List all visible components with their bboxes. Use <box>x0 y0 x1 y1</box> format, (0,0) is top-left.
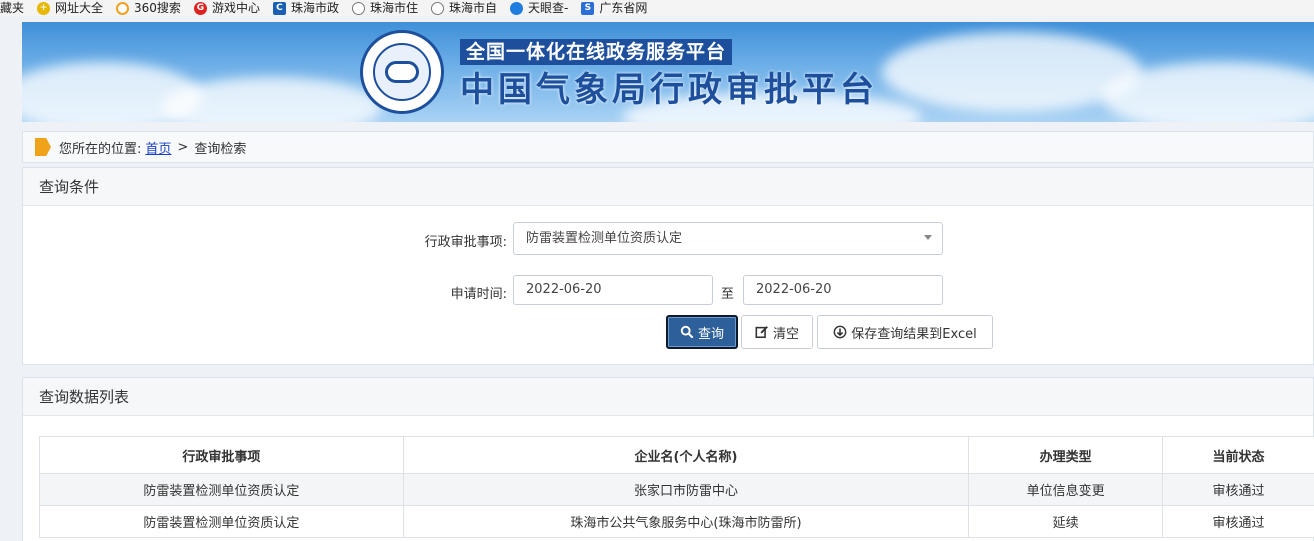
edit-icon <box>755 326 768 339</box>
end-date-input[interactable]: 2022-06-20 <box>743 275 943 305</box>
bookmark-tianyancha[interactable]: 天眼查- <box>510 0 568 16</box>
download-icon <box>833 325 847 339</box>
bookmark-favorites[interactable]: 藏夹 <box>0 0 24 16</box>
cell-process-type: 延续 <box>968 505 1164 538</box>
breadcrumb-separator: > <box>177 139 189 155</box>
banner-subtitle: 全国一体化在线政务服务平台 <box>460 39 733 65</box>
column-header: 办理类型 <box>968 436 1164 474</box>
date-range-to: 至 <box>721 287 735 302</box>
apply-time-label: 申请时间: <box>450 287 507 302</box>
cma-emblem-icon <box>360 30 444 114</box>
column-header: 当前状态 <box>1162 436 1314 474</box>
cell-company-name: 珠海市公共气象服务中心(珠海市防雷所) <box>402 505 970 538</box>
approval-item-label: 行政审批事项: <box>424 235 507 250</box>
breadcrumb-home-link[interactable]: 首页 <box>145 138 171 157</box>
table-header-row: 行政审批事项 企业名(个人名称) 办理类型 当前状态 <box>39 436 1314 474</box>
cell-approval-item: 防雷装置检测单位资质认定 <box>39 473 404 506</box>
export-excel-button[interactable]: 保存查询结果到Excel <box>817 315 993 349</box>
breadcrumb-current: 查询检索 <box>194 141 247 157</box>
bookmark-game-center[interactable]: G 游戏中心 <box>193 0 260 16</box>
bookmarks-bar: 藏夹 + 网址大全 360搜索 G 游戏中心 C 珠海市政 珠海市住 珠海市自 天眼查… <box>0 0 1314 16</box>
bookmark-360-search[interactable]: 360搜索 <box>116 0 181 16</box>
query-panel-title: 查询条件 <box>23 168 1313 206</box>
search-icon <box>680 325 694 339</box>
query-conditions-panel: 查询条件 行政审批事项: 防雷装置检测单位资质认定 申请时间: 2022-06-… <box>22 167 1314 365</box>
cell-status: 审核通过 <box>1162 505 1314 538</box>
results-panel: 查询数据列表 行政审批事项 企业名(个人名称) 办理类型 当前状态 防雷装置检测… <box>22 377 1314 541</box>
cell-process-type: 单位信息变更 <box>968 473 1164 506</box>
eye-icon <box>510 1 523 15</box>
results-panel-title: 查询数据列表 <box>23 378 1313 416</box>
table-row[interactable]: 防雷装置检测单位资质认定 张家口市防雷中心 单位信息变更 审核通过 <box>39 473 1314 506</box>
breadcrumb-prefix: 您所在的位置: <box>59 141 142 157</box>
cell-approval-item: 防雷装置检测单位资质认定 <box>39 505 404 538</box>
globe-icon <box>351 1 365 15</box>
zhuhai-icon: C <box>272 1 286 15</box>
bookmark-zhuhai-nature[interactable]: 珠海市自 <box>430 0 497 16</box>
chevron-down-icon <box>924 235 932 240</box>
bookmark-zhuhai-housing[interactable]: 珠海市住 <box>351 0 418 16</box>
cell-company-name: 张家口市防雷中心 <box>402 473 970 506</box>
breadcrumb: 您所在的位置: 首页 > 查询检索 <box>22 131 1314 163</box>
results-table: 行政审批事项 企业名(个人名称) 办理类型 当前状态 防雷装置检测单位资质认定 … <box>39 436 1314 538</box>
guangdong-icon: S <box>581 1 595 15</box>
game-icon: G <box>193 1 207 15</box>
bookmark-guangdong[interactable]: S 广东省网 <box>581 0 647 16</box>
approval-item-select[interactable]: 防雷装置检测单位资质认定 <box>513 222 943 255</box>
360-icon <box>116 1 130 15</box>
column-header: 企业名(个人名称) <box>402 436 970 474</box>
banner-title: 中国气象局行政审批平台 <box>460 70 878 110</box>
table-row[interactable]: 防雷装置检测单位资质认定 珠海市公共气象服务中心(珠海市防雷所) 延续 审核通过 <box>39 505 1314 538</box>
clear-button[interactable]: 清空 <box>741 315 813 349</box>
start-date-input[interactable]: 2022-06-20 <box>513 275 713 305</box>
plus-icon: + <box>37 1 51 15</box>
bookmark-url-directory[interactable]: + 网址大全 <box>37 0 103 16</box>
site-banner: 全国一体化在线政务服务平台 中国气象局行政审批平台 <box>22 22 1314 122</box>
cell-status: 审核通过 <box>1162 473 1314 506</box>
search-button[interactable]: 查询 <box>666 315 738 349</box>
bookmark-zhuhai-gov[interactable]: C 珠海市政 <box>272 0 339 16</box>
column-header: 行政审批事项 <box>39 436 404 474</box>
globe-icon <box>430 1 444 15</box>
location-flag-icon <box>35 138 51 156</box>
